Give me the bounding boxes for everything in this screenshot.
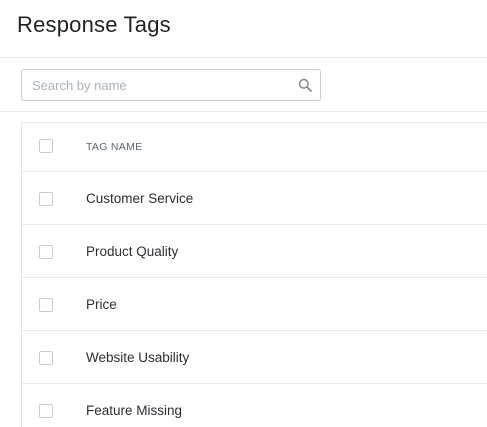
search-input[interactable] — [22, 70, 320, 100]
tags-table: TAG NAME Customer Service Product Qualit… — [21, 122, 487, 427]
table-row[interactable]: Website Usability — [22, 331, 487, 384]
tag-name: Feature Missing — [86, 403, 183, 418]
search-icon[interactable] — [298, 78, 312, 92]
row-checkbox[interactable] — [39, 298, 53, 312]
table-row[interactable]: Feature Missing — [22, 384, 487, 427]
column-header-tag-name[interactable]: TAG NAME — [86, 141, 142, 153]
tag-name: Product Quality — [86, 244, 179, 259]
table-row[interactable]: Price — [22, 278, 487, 331]
tag-name: Website Usability — [86, 350, 190, 365]
section-divider — [0, 111, 487, 112]
search-box[interactable] — [21, 69, 321, 101]
table-row[interactable]: Product Quality — [22, 225, 487, 278]
page-title: Response Tags — [17, 12, 171, 37]
row-checkbox[interactable] — [39, 245, 53, 259]
row-checkbox[interactable] — [39, 404, 53, 418]
table-row[interactable]: Customer Service — [22, 172, 487, 225]
row-checkbox[interactable] — [39, 351, 53, 365]
table-header: TAG NAME — [22, 123, 487, 172]
row-checkbox[interactable] — [39, 192, 53, 206]
tag-name: Price — [86, 297, 117, 312]
tag-name: Customer Service — [86, 191, 194, 206]
page-header: Response Tags — [0, 0, 487, 58]
select-all-checkbox[interactable] — [39, 139, 53, 153]
